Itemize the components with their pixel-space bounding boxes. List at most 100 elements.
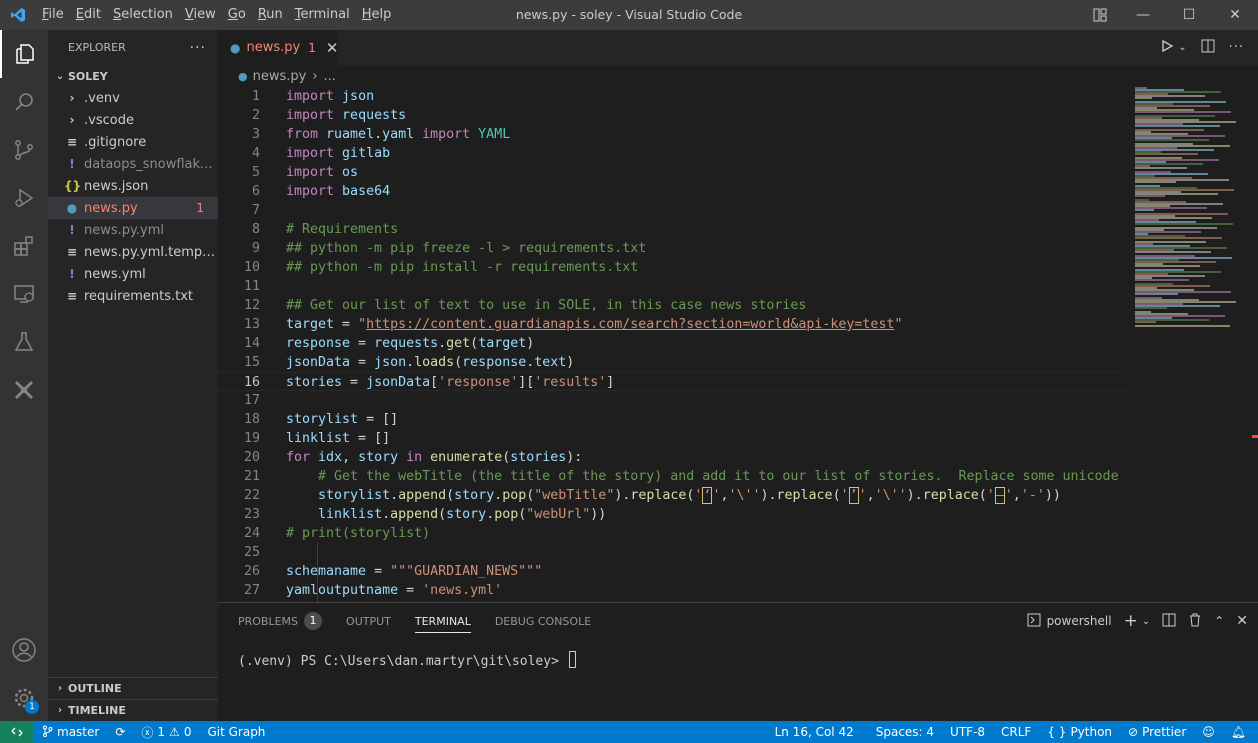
menu-file[interactable]: File bbox=[36, 0, 70, 30]
timeline-section[interactable]: › TIMELINE bbox=[48, 699, 218, 721]
menu-help[interactable]: Help bbox=[356, 0, 398, 30]
code-line: 26 schemaname = """GUARDIAN_NEWS""" bbox=[218, 562, 1125, 581]
more-actions-icon[interactable]: ··· bbox=[1229, 40, 1244, 55]
menu-terminal[interactable]: Terminal bbox=[289, 0, 356, 30]
new-terminal-icon[interactable]: + bbox=[1124, 611, 1138, 631]
code-line: 18 storylist = [] bbox=[218, 410, 1125, 429]
breadcrumb-symbol[interactable]: ... bbox=[324, 69, 336, 84]
line-ending[interactable]: CRLF bbox=[993, 721, 1039, 743]
breadcrumb-file[interactable]: news.py bbox=[253, 69, 307, 84]
more-actions-icon[interactable]: ··· bbox=[190, 40, 206, 56]
language-mode[interactable]: { } Python bbox=[1039, 721, 1120, 743]
indentation[interactable]: Spaces: 4 bbox=[868, 721, 942, 743]
terminal-output[interactable]: (.venv) PS C:\Users\dan.martyr\git\soley… bbox=[238, 651, 576, 669]
close-panel-icon[interactable]: ✕ bbox=[1236, 613, 1248, 629]
close-icon[interactable]: ✕ bbox=[326, 39, 339, 57]
file-name: .vscode bbox=[84, 112, 134, 128]
accounts-icon[interactable] bbox=[0, 626, 48, 674]
problems-status[interactable]: ⓧ 1 ⚠ 0 bbox=[133, 721, 199, 743]
menu-go[interactable]: Go bbox=[222, 0, 252, 30]
sync-changes-icon[interactable]: ⟳ bbox=[107, 721, 133, 743]
tab-news-py[interactable]: ● news.py 1 ✕ bbox=[218, 30, 338, 65]
tree-file[interactable]: ≡ requirements.txt bbox=[48, 285, 218, 307]
maximize-button[interactable]: ☐ bbox=[1166, 0, 1212, 30]
tree-file[interactable]: ! news.yml bbox=[48, 263, 218, 285]
tab-output[interactable]: OUTPUT bbox=[346, 603, 391, 639]
code-text: stories = jsonData['response']['results'… bbox=[286, 375, 615, 390]
search-icon[interactable] bbox=[0, 78, 48, 126]
menu-edit[interactable]: Edit bbox=[70, 0, 107, 30]
git-graph-button[interactable]: Git Graph bbox=[199, 721, 273, 743]
remote-explorer-icon[interactable] bbox=[0, 270, 48, 318]
panel-tab-label: DEBUG CONSOLE bbox=[494, 614, 592, 628]
extensions-icon[interactable] bbox=[0, 222, 48, 270]
code-line: 19 linklist = [] bbox=[218, 429, 1125, 448]
chevron-down-icon: ⌄ bbox=[55, 70, 65, 82]
tree-file[interactable]: ! news.py.yml bbox=[48, 219, 218, 241]
encoding[interactable]: UTF-8 bbox=[942, 721, 993, 743]
file-name: dataops_snowflake_d... bbox=[84, 156, 218, 172]
chevron-right-icon: › bbox=[69, 91, 75, 105]
file-name: news.yml bbox=[84, 266, 146, 282]
menu-run[interactable]: Run bbox=[252, 0, 289, 30]
code-editor[interactable]: 1 import json 2 import requests 3 from ruamel… bbox=[218, 87, 1125, 602]
minimap-line bbox=[1135, 195, 1165, 197]
run-debug-icon[interactable] bbox=[0, 174, 48, 222]
file-tree: › .venv › .vscode ≡ .gitignore! dataops_snowfl… bbox=[48, 87, 218, 307]
menu-selection[interactable]: Selection bbox=[107, 0, 179, 30]
explorer-title: EXPLORER bbox=[68, 41, 126, 54]
tree-file[interactable]: ● news.py 1 bbox=[48, 197, 218, 219]
warning-icon: ⚠ bbox=[169, 725, 180, 739]
feedback-icon[interactable]: ☺ bbox=[1194, 721, 1223, 743]
kill-terminal-trash-icon[interactable] bbox=[1188, 613, 1202, 630]
dataops-icon[interactable] bbox=[0, 366, 48, 414]
customize-layout-icon[interactable] bbox=[1080, 0, 1120, 30]
code-line: 3 from ruamel.yaml import YAML bbox=[218, 125, 1125, 144]
tree-folder[interactable]: › .vscode bbox=[48, 109, 218, 131]
run-python-file-icon[interactable] bbox=[1160, 39, 1174, 57]
tab-terminal[interactable]: TERMINAL bbox=[414, 603, 471, 639]
folder-soley[interactable]: ⌄ SOLEY bbox=[48, 65, 218, 87]
tree-folder[interactable]: › .venv bbox=[48, 87, 218, 109]
prettier-label: Prettier bbox=[1142, 725, 1187, 739]
git-branch[interactable]: master bbox=[34, 721, 107, 743]
testing-icon[interactable] bbox=[0, 318, 48, 366]
minimize-button[interactable]: — bbox=[1120, 0, 1166, 30]
notifications-bell-icon[interactable]: 🔔︎ bbox=[1223, 721, 1258, 743]
tree-file[interactable]: ≡ news.py.yml.template bbox=[48, 241, 218, 263]
minimap[interactable] bbox=[1125, 87, 1258, 602]
code-line: 10 ## python -m pip install -r requiremen… bbox=[218, 258, 1125, 277]
code-text: schemaname = """GUARDIAN_NEWS""" bbox=[286, 564, 543, 579]
split-terminal-icon[interactable] bbox=[1162, 613, 1176, 630]
code-text: target = "https://content.guardianapis.c… bbox=[286, 317, 903, 332]
maximize-panel-chevron-up-icon[interactable]: ⌃ bbox=[1214, 614, 1224, 628]
menu-view[interactable]: View bbox=[179, 0, 222, 30]
code-line: 5 import os bbox=[218, 163, 1125, 182]
error-scroll-marker bbox=[1252, 435, 1258, 438]
tab-problems[interactable]: PROBLEMS 1 bbox=[238, 603, 323, 639]
minimap-line bbox=[1135, 325, 1230, 327]
file-name: news.py.yml.template bbox=[84, 244, 218, 260]
outline-section[interactable]: › OUTLINE bbox=[48, 677, 218, 699]
close-window-button[interactable]: ✕ bbox=[1212, 0, 1258, 30]
terminal-dropdown-chevron-icon[interactable]: ⌄ bbox=[1142, 616, 1150, 627]
minimap-line bbox=[1135, 321, 1156, 323]
code-line: 8 # Requirements bbox=[218, 220, 1125, 239]
tree-file[interactable]: ≡ .gitignore bbox=[48, 131, 218, 153]
tree-file[interactable]: ! dataops_snowflake_d... bbox=[48, 153, 218, 175]
warning-count: 0 bbox=[183, 725, 192, 739]
manage-gear-icon[interactable]: 1 bbox=[0, 674, 48, 722]
file-name: news.py.yml bbox=[84, 222, 164, 238]
split-editor-icon[interactable] bbox=[1201, 39, 1215, 57]
tab-debug-console[interactable]: DEBUG CONSOLE bbox=[495, 603, 591, 639]
prettier-status[interactable]: ⊘ Prettier bbox=[1120, 721, 1194, 743]
remote-indicator-icon[interactable] bbox=[0, 721, 34, 743]
terminal-shell-name[interactable]: powershell bbox=[1047, 614, 1112, 628]
run-dropdown-chevron-icon[interactable]: ⌄ bbox=[1178, 42, 1186, 53]
source-control-icon[interactable] bbox=[0, 126, 48, 174]
chevron-right-icon: › bbox=[57, 705, 63, 716]
cursor-position[interactable]: Ln 16, Col 42 bbox=[767, 721, 868, 743]
tree-file[interactable]: {} news.json bbox=[48, 175, 218, 197]
explorer-icon[interactable] bbox=[0, 30, 48, 78]
line-number: 21 bbox=[243, 469, 260, 484]
